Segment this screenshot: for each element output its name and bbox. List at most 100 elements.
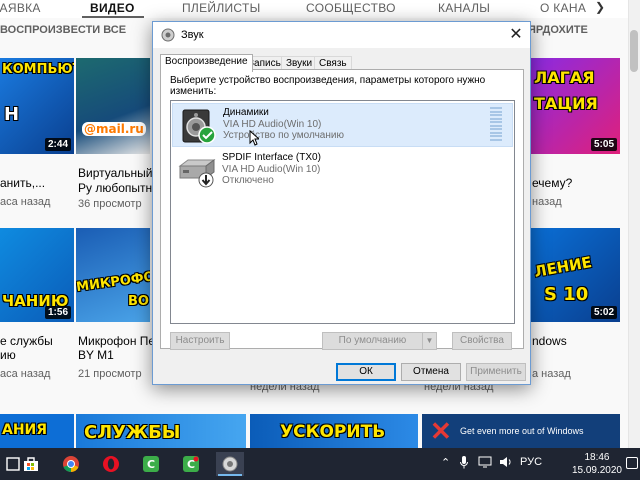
tab-partial-left[interactable]: ЗАЯВКА xyxy=(0,1,41,15)
device-driver: VIA HD Audio(Win 10) xyxy=(222,164,321,175)
active-tab-indicator xyxy=(82,16,144,18)
video-meta: 21 просмотр xyxy=(78,368,142,380)
device-speakers[interactable]: Динамики VIA HD Audio(Win 10) Устройство… xyxy=(172,103,513,147)
video-thumbnail[interactable]: ЧАНИЮ 1:56 xyxy=(0,228,74,322)
video-thumbnail[interactable]: ЛАГАЯ ТАЦИЯ 5:05 xyxy=(530,58,620,154)
video-title[interactable]: анить,... xyxy=(0,176,70,190)
windows-taskbar: C C ⌃ РУС 18:46 15.09.2020 xyxy=(0,448,640,480)
video-title[interactable]: е службы xyxy=(0,334,70,348)
video-thumbnail[interactable]: @mail.ru xyxy=(76,58,150,154)
tab-playlists[interactable]: ПЛЕЙЛИСТЫ xyxy=(182,1,261,15)
tab-community[interactable]: СООБЩЕСТВО xyxy=(306,1,396,15)
video-title[interactable]: Виртуальный xyxy=(78,166,152,180)
sound-app-icon[interactable] xyxy=(216,452,244,476)
mouse-cursor-icon xyxy=(249,130,259,146)
thumbnail-caption: УСКОРИТЬ xyxy=(280,422,386,442)
tabs-next-icon[interactable]: ❯ xyxy=(588,0,612,18)
opera-icon[interactable] xyxy=(98,452,124,476)
thumbnail-caption: ЛЕНИЕ xyxy=(532,253,594,281)
video-thumbnail[interactable]: ✕ Get even more out of Windows xyxy=(422,414,620,448)
thumbnail-caption: АНИЯ xyxy=(2,422,48,438)
store-icon[interactable] xyxy=(18,452,44,476)
video-meta: назад xyxy=(532,196,562,208)
ok-button[interactable]: ОК xyxy=(336,363,396,381)
device-status: Отключено xyxy=(222,175,274,186)
thumbnail-caption: ЛАГАЯ xyxy=(534,68,595,87)
red-x-icon: ✕ xyxy=(430,416,452,446)
sound-dialog: Звук ✕ Воспроизведение Запись Звуки Связ… xyxy=(152,21,531,385)
spdif-device-icon xyxy=(176,152,218,190)
tab-about[interactable]: О КАНА xyxy=(540,1,586,15)
configure-button[interactable]: Настроить xyxy=(170,332,230,350)
device-status: Устройство по умолчанию xyxy=(223,130,344,141)
thumbnail-caption: МИКРОФОН xyxy=(76,267,150,296)
disabled-arrow-icon xyxy=(198,172,214,188)
thumbnail-caption: @mail.ru xyxy=(82,122,146,136)
video-duration: 5:02 xyxy=(590,306,617,319)
show-hidden-icons-icon[interactable]: ⌃ xyxy=(441,456,450,469)
channel-tabs: ЗАЯВКА ВИДЕО ПЛЕЙЛИСТЫ СООБЩЕСТВО КАНАЛЫ… xyxy=(0,0,640,18)
clock[interactable]: 18:46 15.09.2020 xyxy=(572,451,622,477)
tab-channels[interactable]: КАНАЛЫ xyxy=(438,1,490,15)
speaker-title-icon xyxy=(161,28,175,45)
close-icon[interactable]: ✕ xyxy=(502,22,530,48)
apply-button[interactable]: Применить xyxy=(466,363,526,381)
thumbnail-caption: Get even more out of Windows xyxy=(460,426,584,436)
volume-level-meter xyxy=(490,107,502,141)
video-duration: 5:05 xyxy=(590,138,617,151)
camtasia-icon[interactable]: C xyxy=(138,452,164,476)
video-title[interactable]: ечему? xyxy=(532,176,622,190)
dialog-titlebar[interactable]: Звук ✕ xyxy=(153,22,530,48)
video-thumbnail[interactable]: КОМПЬЮТЕР Н 2:44 xyxy=(0,58,74,154)
video-title-line2[interactable]: BY M1 xyxy=(78,348,152,362)
active-app-indicator xyxy=(218,474,242,476)
video-thumbnail[interactable]: УСКОРИТЬ xyxy=(250,414,418,448)
microphone-icon[interactable] xyxy=(460,456,468,472)
notification-center-icon[interactable] xyxy=(626,457,638,469)
thumbnail-caption: СЛУЖБЫ xyxy=(84,422,181,443)
video-title-line2[interactable]: Ру любопытны xyxy=(78,181,152,195)
language-indicator[interactable]: РУС xyxy=(520,456,542,468)
video-meta: 36 просмотр xyxy=(78,198,142,210)
cancel-button[interactable]: Отмена xyxy=(401,363,461,381)
scrollbar-thumb[interactable] xyxy=(630,30,638,72)
set-default-label: По умолчанию xyxy=(338,335,407,346)
device-name: Динамики xyxy=(223,107,269,118)
video-title[interactable]: Микрофон Пе xyxy=(78,334,152,348)
device-driver: VIA HD Audio(Win 10) xyxy=(223,119,322,130)
instruction-text: Выберите устройство воспроизведения, пар… xyxy=(170,75,486,97)
tab-playback[interactable]: Воспроизведение xyxy=(160,54,253,72)
device-spdif[interactable]: SPDIF Interface (TX0) VIA HD Audio(Win 1… xyxy=(172,149,513,193)
chevron-down-icon[interactable]: ▼ xyxy=(422,333,436,349)
tab-videos[interactable]: ВИДЕО xyxy=(90,1,135,15)
device-name: SPDIF Interface (TX0) xyxy=(222,152,321,163)
video-duration: 2:44 xyxy=(44,138,71,151)
video-thumbnail[interactable]: СЛУЖБЫ xyxy=(76,414,246,448)
clock-date: 15.09.2020 xyxy=(571,465,622,476)
thumbnail-caption: КОМПЬЮТЕР xyxy=(2,62,74,77)
video-thumbnail[interactable]: АНИЯ xyxy=(0,414,74,448)
thumbnail-caption: S 10 xyxy=(544,284,589,305)
thumbnail-caption: ВО xyxy=(128,294,149,309)
svg-text:C: C xyxy=(147,458,155,471)
network-icon[interactable] xyxy=(478,456,492,471)
thumbnail-caption: Н xyxy=(4,104,20,125)
play-all-label[interactable]: ВОСПРОИЗВЕСТИ ВСЕ xyxy=(0,24,126,36)
clock-time: 18:46 xyxy=(584,452,610,463)
thumbnail-caption: ТАЦИЯ xyxy=(534,94,598,113)
video-thumbnail[interactable]: МИКРОФОН ВО xyxy=(76,228,150,322)
sort-label[interactable]: ЯРДОХИТЕ xyxy=(528,24,588,36)
video-title[interactable]: ndows xyxy=(532,334,622,348)
video-meta: а назад xyxy=(532,368,571,380)
playback-device-list[interactable]: Динамики VIA HD Audio(Win 10) Устройство… xyxy=(170,100,515,324)
video-thumbnail[interactable]: ЛЕНИЕ S 10 5:02 xyxy=(530,228,620,322)
speaker-icon xyxy=(177,107,219,145)
properties-button[interactable]: Свойства xyxy=(452,332,512,350)
video-meta: аса назад xyxy=(0,196,51,208)
camtasia-recorder-icon[interactable]: C xyxy=(178,452,204,476)
page-scrollbar[interactable] xyxy=(628,0,640,448)
video-title-line2[interactable]: ию xyxy=(0,348,70,362)
volume-icon[interactable] xyxy=(499,456,513,471)
set-default-button[interactable]: По умолчанию ▼ xyxy=(322,332,437,350)
chrome-icon[interactable] xyxy=(58,452,84,476)
